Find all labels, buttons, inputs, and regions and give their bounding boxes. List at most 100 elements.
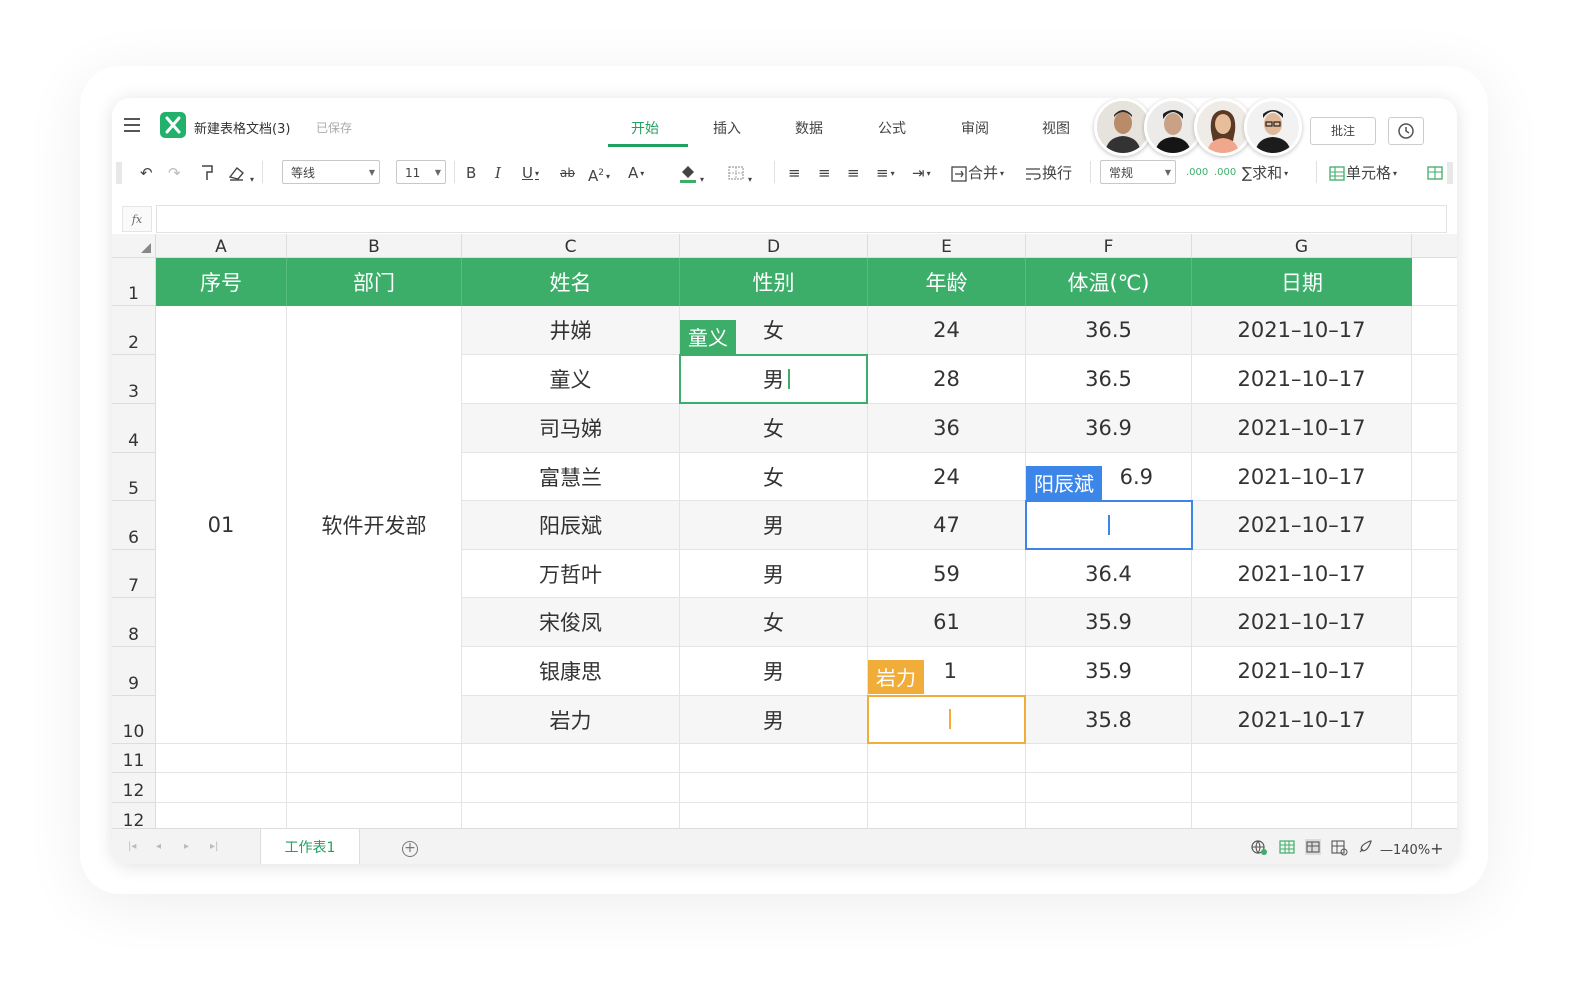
vertical-align-icon[interactable]: ≡ ▾	[876, 162, 895, 184]
tab-review[interactable]: 审阅	[961, 118, 989, 138]
header-cell-date[interactable]: 日期	[1192, 258, 1412, 306]
empty-cell[interactable]	[1412, 696, 1457, 744]
empty-cell[interactable]	[1412, 744, 1457, 773]
toolbar-scroll-right[interactable]	[1447, 162, 1453, 184]
italic-button[interactable]: I	[495, 162, 501, 184]
name-cell[interactable]: 童义	[462, 355, 680, 404]
header-cell-name[interactable]: 姓名	[462, 258, 680, 306]
page-view-icon[interactable]	[1304, 838, 1322, 856]
row-header[interactable]: 2	[112, 306, 156, 355]
sum-button[interactable]: ∑求和 ▾	[1242, 162, 1288, 184]
font-size-select[interactable]: 11 ▼	[396, 160, 446, 184]
tab-start[interactable]: 开始	[631, 118, 659, 138]
name-cell[interactable]: 富慧兰	[462, 453, 680, 501]
name-cell[interactable]: 宋俊凤	[462, 598, 680, 647]
empty-cell[interactable]	[1412, 598, 1457, 647]
empty-cell[interactable]	[680, 744, 868, 773]
header-cell-id[interactable]: 序号	[156, 258, 287, 306]
merged-cell-dept[interactable]: 软件开发部	[287, 306, 462, 744]
tab-view[interactable]: 视图	[1042, 118, 1070, 138]
column-header-g[interactable]: G	[1192, 234, 1412, 258]
document-title[interactable]: 新建表格文档(3)	[194, 118, 290, 137]
empty-cell[interactable]	[462, 773, 680, 803]
date-cell[interactable]: 2021–10–17	[1192, 598, 1412, 647]
empty-cell[interactable]	[1192, 773, 1412, 803]
empty-cell[interactable]	[156, 773, 287, 803]
empty-cell[interactable]	[287, 744, 462, 773]
empty-cell[interactable]	[1412, 773, 1457, 803]
header-cell-gender[interactable]: 性别	[680, 258, 868, 306]
align-center-icon[interactable]: ≡	[818, 162, 831, 184]
empty-cell[interactable]	[1026, 803, 1192, 828]
row-header[interactable]: 1	[112, 258, 156, 306]
empty-cell[interactable]	[1412, 501, 1457, 550]
date-cell[interactable]: 2021–10–17	[1192, 355, 1412, 404]
function-icon[interactable]: fx	[122, 206, 152, 232]
temperature-cell[interactable]: 35.9	[1026, 647, 1192, 696]
strikethrough-button[interactable]: ab	[560, 162, 575, 184]
temperature-cell[interactable]: 36.5	[1026, 306, 1192, 355]
cell-button[interactable]: 单元格 ▾	[1328, 162, 1397, 184]
align-right-icon[interactable]: ≡	[847, 162, 860, 184]
column-header-f[interactable]: F	[1026, 234, 1192, 258]
globe-icon[interactable]	[1250, 838, 1268, 856]
empty-cell[interactable]	[462, 803, 680, 828]
empty-cell[interactable]	[462, 744, 680, 773]
name-cell[interactable]: 岩力	[462, 696, 680, 744]
empty-cell[interactable]	[868, 773, 1026, 803]
undo-icon[interactable]: ↶	[140, 162, 153, 184]
date-cell[interactable]: 2021–10–17	[1192, 501, 1412, 550]
increase-decimal-icon[interactable]: .000	[1186, 162, 1208, 184]
column-header-b[interactable]: B	[287, 234, 462, 258]
row-header[interactable]: 12	[112, 803, 156, 828]
row-header[interactable]: 9	[112, 647, 156, 696]
next-sheet-icon[interactable]: ▸	[184, 841, 189, 852]
name-cell[interactable]: 阳辰斌	[462, 501, 680, 550]
page-break-icon[interactable]	[1330, 838, 1348, 856]
name-cell[interactable]: 司马娣	[462, 404, 680, 453]
row-header[interactable]: 5	[112, 453, 156, 501]
superscript-button[interactable]: A2 ▾	[588, 162, 610, 185]
row-header[interactable]: 10	[112, 696, 156, 744]
merge-button[interactable]: 合并 ▾	[950, 162, 1004, 184]
column-header-blank[interactable]	[1412, 234, 1457, 258]
row-header[interactable]: 4	[112, 404, 156, 453]
sheet-tab[interactable]: 工作表1	[260, 829, 360, 864]
gender-cell[interactable]: 男	[680, 696, 868, 744]
name-cell[interactable]: 井娣	[462, 306, 680, 355]
gender-cell[interactable]: 男	[680, 501, 868, 550]
empty-cell[interactable]	[1412, 306, 1457, 355]
empty-cell[interactable]	[1192, 744, 1412, 773]
bold-button[interactable]: B	[466, 162, 476, 184]
fill-color-button[interactable]: ▾	[678, 162, 704, 184]
first-sheet-icon[interactable]: |◂	[128, 841, 136, 852]
column-header-a[interactable]: A	[156, 234, 287, 258]
select-all-corner[interactable]	[112, 234, 156, 258]
row-header[interactable]: 12	[112, 773, 156, 803]
date-cell[interactable]: 2021–10–17	[1192, 306, 1412, 355]
empty-cell[interactable]	[1026, 773, 1192, 803]
format-painter-icon[interactable]	[198, 162, 216, 184]
empty-cell[interactable]	[1412, 550, 1457, 598]
age-cell[interactable]: 59	[868, 550, 1026, 598]
redo-icon[interactable]: ↷	[168, 162, 181, 184]
temperature-cell[interactable]: 36.5	[1026, 355, 1192, 404]
temperature-cell[interactable]: 36.4	[1026, 550, 1192, 598]
empty-cell[interactable]	[1412, 404, 1457, 453]
date-cell[interactable]: 2021–10–17	[1192, 647, 1412, 696]
gender-cell[interactable]: 男	[680, 647, 868, 696]
empty-cell[interactable]	[1412, 453, 1457, 501]
font-name-select[interactable]: 等线 ▼	[282, 160, 380, 184]
merged-cell-id[interactable]: 01	[156, 306, 287, 744]
hamburger-menu-icon[interactable]	[124, 118, 140, 132]
header-cell-age[interactable]: 年龄	[868, 258, 1026, 306]
age-cell[interactable]: 24	[868, 453, 1026, 501]
empty-cell[interactable]	[680, 803, 868, 828]
column-header-c[interactable]: C	[462, 234, 680, 258]
clear-format-icon[interactable]: ▾	[226, 162, 254, 184]
temperature-cell[interactable]: 35.8	[1026, 696, 1192, 744]
age-cell[interactable]: 36	[868, 404, 1026, 453]
name-cell[interactable]: 万哲叶	[462, 550, 680, 598]
empty-cell[interactable]	[287, 773, 462, 803]
toolbar-scroll-left[interactable]	[116, 162, 122, 184]
